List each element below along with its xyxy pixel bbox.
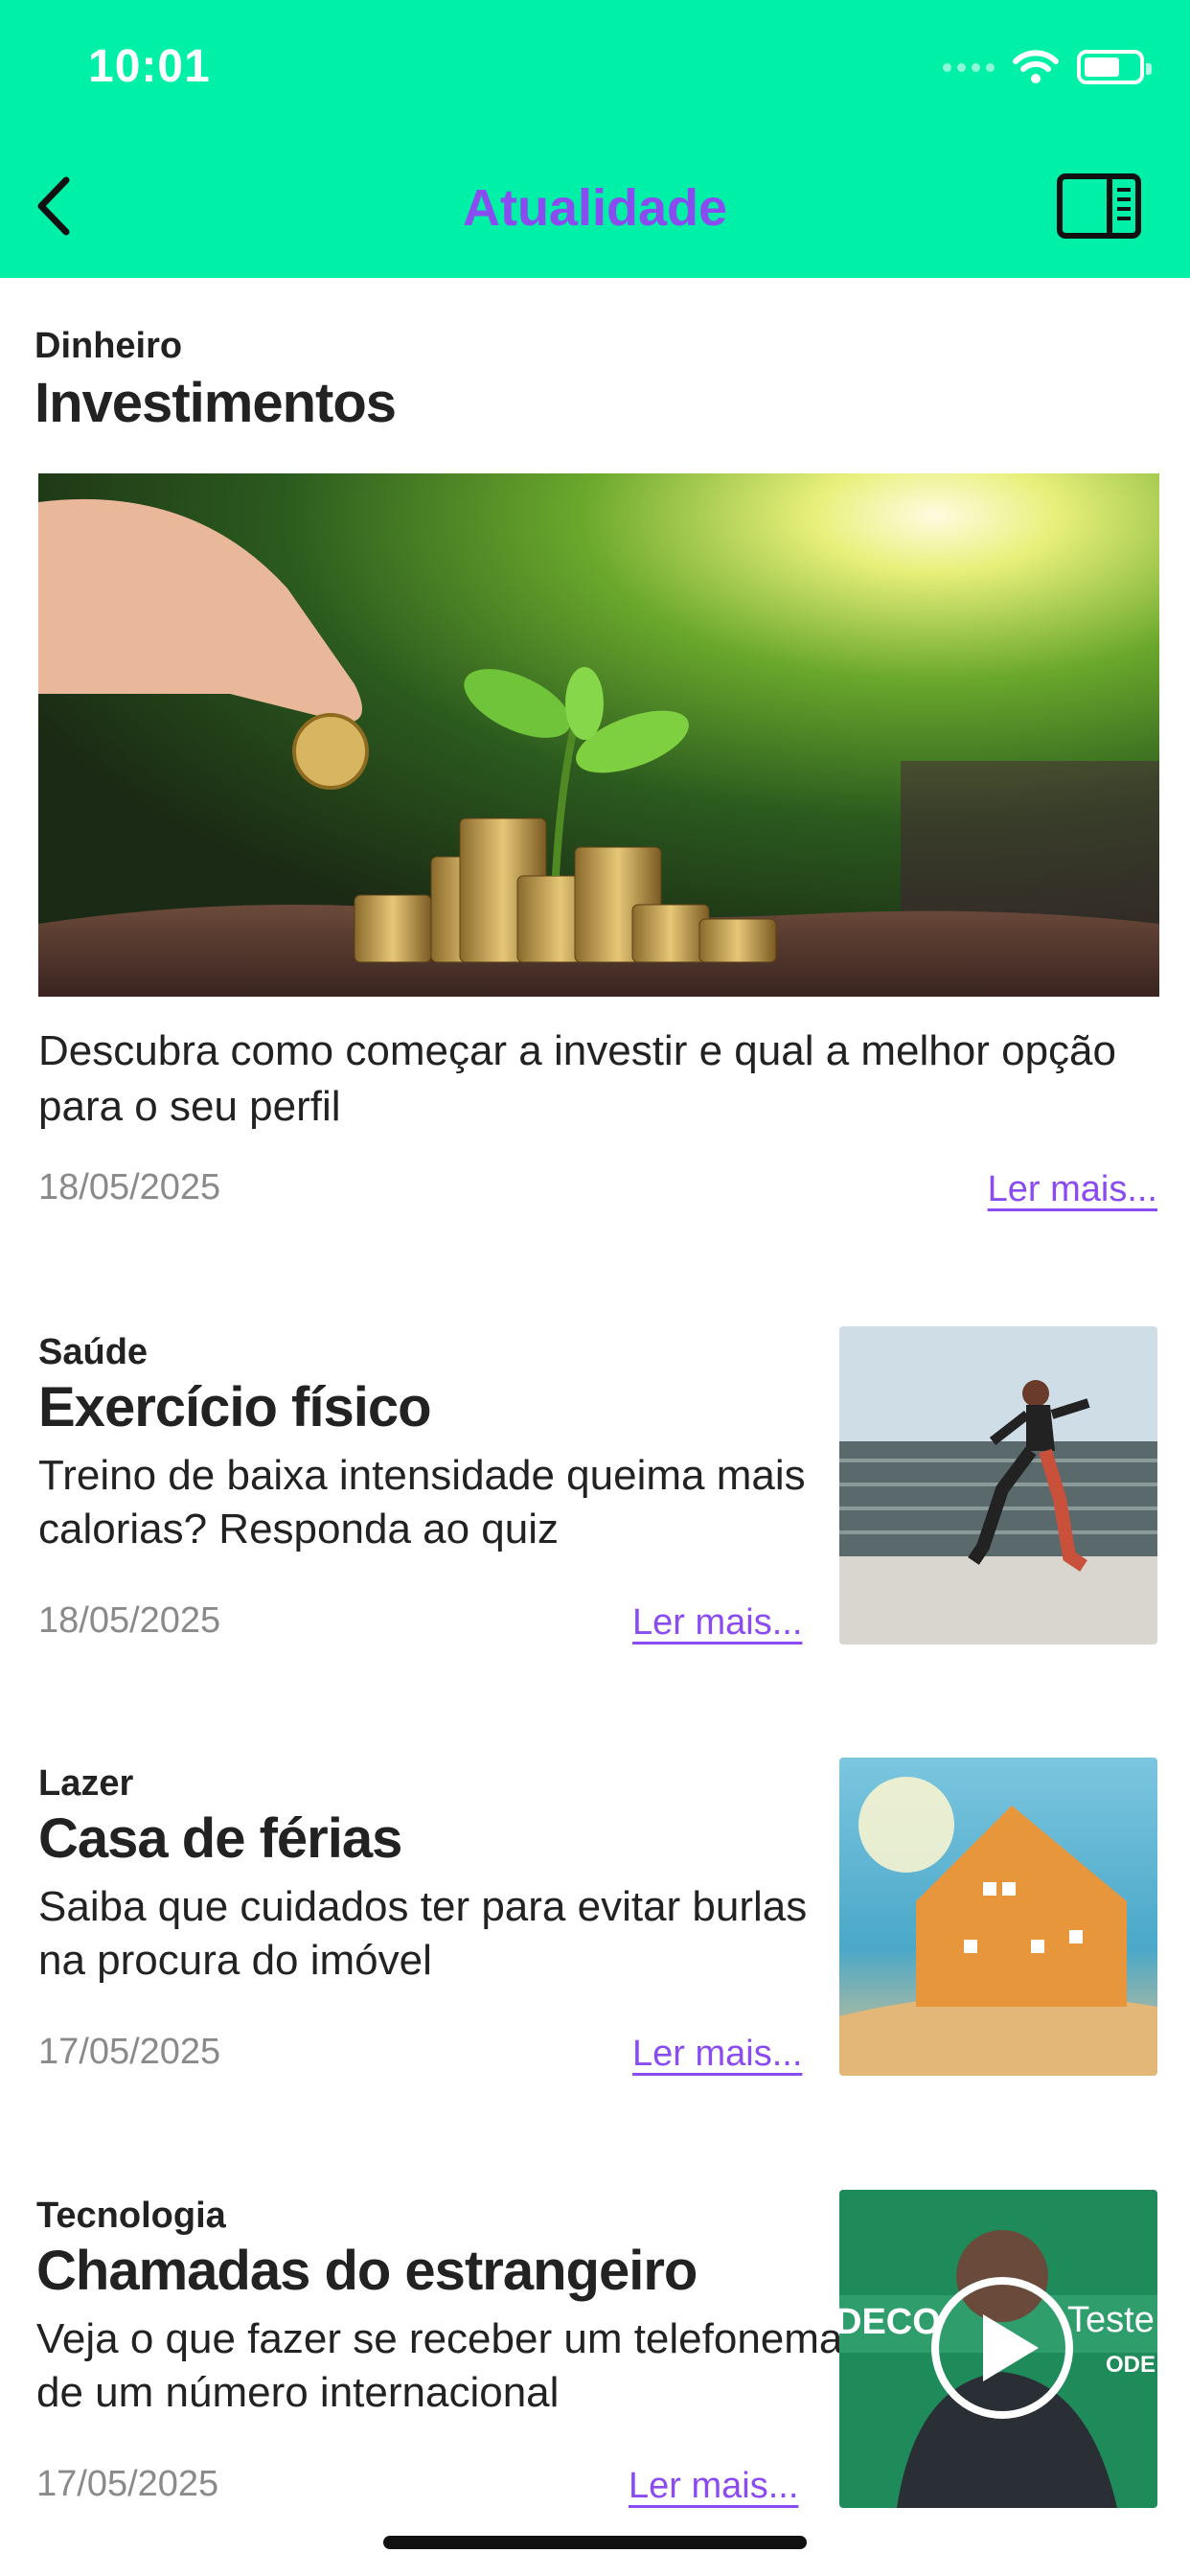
article-title: Exercício físico xyxy=(38,1376,432,1438)
side-panel-button[interactable] xyxy=(1056,172,1142,240)
page-title: Atualidade xyxy=(462,179,728,237)
article-date: 17/05/2025 xyxy=(36,2464,219,2504)
thumbnail-text-ode: ODE xyxy=(1106,2352,1156,2378)
article-thumbnail[interactable] xyxy=(839,1758,1157,2076)
article-summary: Saiba que cuidados ter para evitar burla… xyxy=(38,1883,808,1984)
featured-title: Investimentos xyxy=(34,372,397,434)
article-summary: Treino de baixa intensidade queima mais … xyxy=(38,1452,806,1552)
article-card[interactable]: Saúde Exercício físico Treino de baixa i… xyxy=(0,1326,1190,1658)
article-card[interactable]: Lazer Casa de férias Saiba que cuidados … xyxy=(0,1758,1190,2089)
battery-icon xyxy=(1077,50,1152,84)
investment-photo xyxy=(38,473,1159,997)
side-panel-icon xyxy=(1057,173,1141,239)
signal-icon xyxy=(943,62,995,72)
article-title: Chamadas do estrangeiro xyxy=(36,2240,698,2302)
video-photo: DECO Teste ODE xyxy=(839,2190,1157,2508)
article-category: Tecnologia xyxy=(36,2196,226,2236)
featured-article[interactable]: Dinheiro Investimentos Descubra como com… xyxy=(34,326,1159,1227)
article-read-more-link[interactable]: Ler mais... xyxy=(632,2034,802,2075)
featured-image[interactable] xyxy=(38,473,1159,997)
runner-photo xyxy=(839,1326,1157,1644)
article-date: 18/05/2025 xyxy=(38,1600,221,1641)
article-title: Casa de férias xyxy=(38,1807,402,1870)
house-photo xyxy=(839,1758,1157,2076)
featured-date: 18/05/2025 xyxy=(38,1167,221,1208)
article-date: 17/05/2025 xyxy=(38,2032,221,2072)
wifi-icon xyxy=(1013,50,1059,83)
status-time: 10:01 xyxy=(88,41,211,92)
status-icons xyxy=(943,48,1152,86)
featured-read-more-link[interactable]: Ler mais... xyxy=(988,1169,1157,1210)
article-category: Saúde xyxy=(38,1332,149,1372)
article-thumbnail[interactable] xyxy=(839,1326,1157,1644)
top-bar: 10:01 Atualidade xyxy=(0,0,1190,278)
article-category: Lazer xyxy=(38,1763,134,1804)
article-summary: Veja o que fazer se receber um telefonem… xyxy=(36,2315,843,2416)
article-read-more-link[interactable]: Ler mais... xyxy=(629,2466,798,2507)
featured-summary: Descubra como começar a investir e qual … xyxy=(38,1027,1116,1130)
article-video-thumbnail[interactable]: DECO Teste ODE xyxy=(839,2190,1157,2508)
featured-category: Dinheiro xyxy=(34,326,183,366)
home-indicator xyxy=(383,2536,807,2549)
thumbnail-text-teste: Teste xyxy=(1067,2300,1155,2340)
article-card[interactable]: Tecnologia Chamadas do estrangeiro Veja … xyxy=(0,2190,1190,2521)
article-read-more-link[interactable]: Ler mais... xyxy=(632,1602,802,1644)
thumbnail-text-deco: DECO xyxy=(839,2302,941,2342)
